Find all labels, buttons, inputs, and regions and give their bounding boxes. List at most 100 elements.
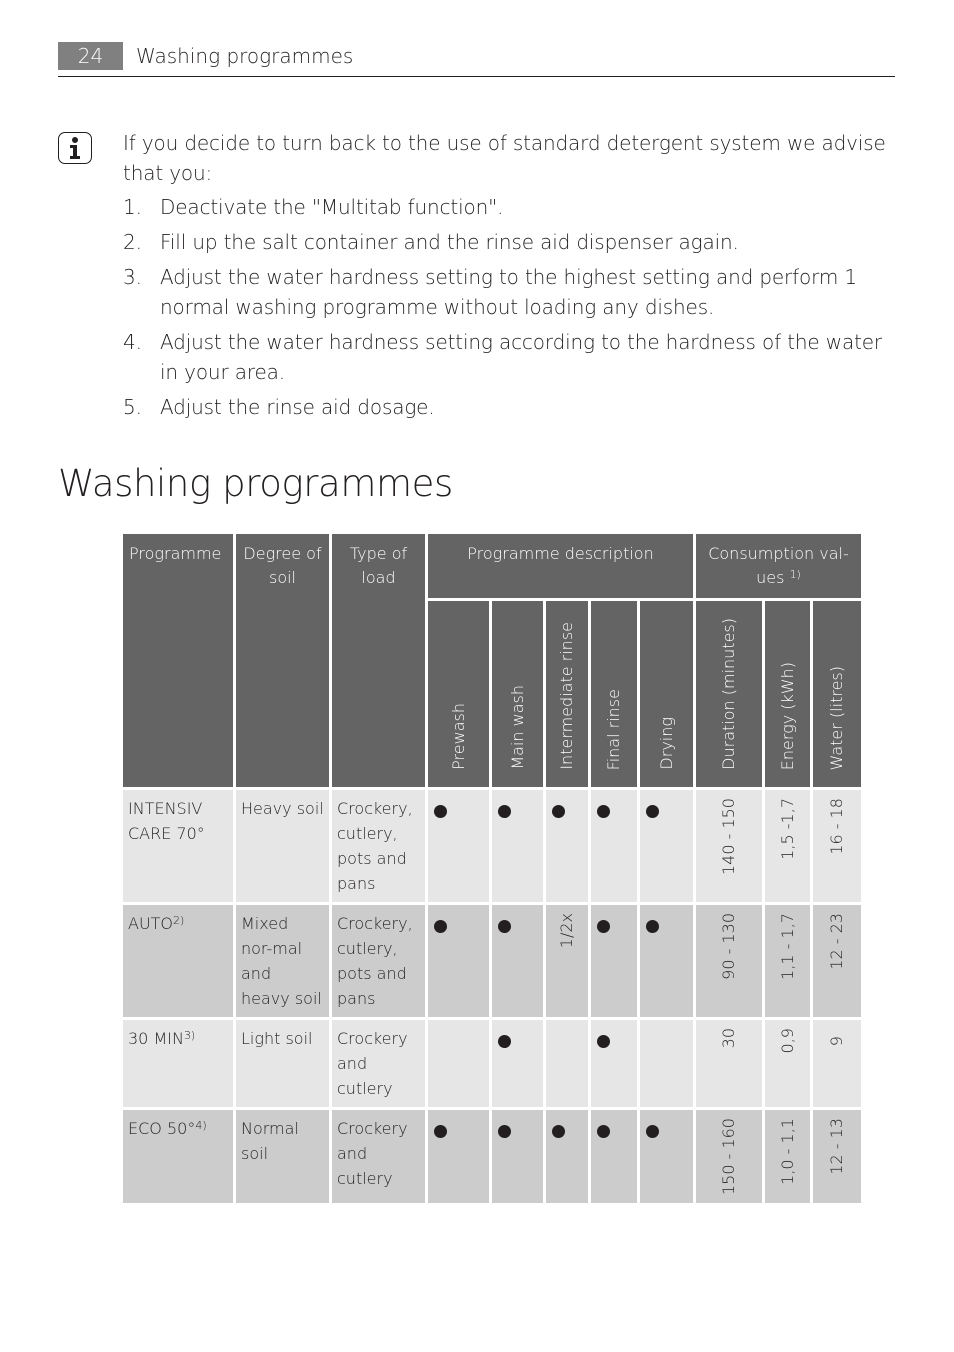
- col-header-type-of-load: Type of load: [332, 534, 425, 787]
- step-text: Adjust the rinse aid dosage.: [160, 395, 435, 419]
- drying-cell: [640, 1110, 693, 1203]
- water-cell: 12 - 13: [813, 1110, 861, 1203]
- programme-cell: AUTO2): [123, 905, 233, 1017]
- table-row: ECO 50°4) Normal soil Crockery and cutlery…: [123, 1110, 861, 1203]
- energy-value: 0,9: [777, 1028, 797, 1054]
- programme-name: 30 MIN: [128, 1029, 184, 1048]
- energy-value: 1,5 -1,7: [777, 798, 797, 860]
- col-header-consumption-values: Consumption val-ues 1): [696, 534, 861, 598]
- col-header-final-rinse: Final rinse: [591, 601, 637, 787]
- programme-name: INTENSIV CARE 70°: [128, 799, 205, 843]
- prewash-cell: [428, 1020, 489, 1107]
- water-cell: 12 - 23: [813, 905, 861, 1017]
- energy-value: 1,1 - 1,7: [777, 913, 797, 980]
- bullet-dot-icon: [646, 920, 659, 933]
- step-item: 3. Adjust the water hardness setting to t…: [123, 262, 898, 322]
- drying-cell: [640, 1020, 693, 1107]
- bullet-dot-icon: [434, 920, 447, 933]
- bullet-dot-icon: [597, 1035, 610, 1048]
- intermediate-rinse-cell: [546, 1110, 588, 1203]
- duration-cell: 150 - 160: [696, 1110, 762, 1203]
- footnote-marker: 1): [789, 568, 801, 581]
- bullet-dot-icon: [597, 805, 610, 818]
- energy-cell: 1,0 - 1,1: [765, 1110, 810, 1203]
- final-rinse-cell: [591, 1020, 637, 1107]
- step-number: 4.: [123, 330, 142, 354]
- load-cell: Crockery, cutlery, pots and pans: [332, 790, 425, 902]
- bullet-dot-icon: [498, 1125, 511, 1138]
- main-wash-cell: [492, 1110, 543, 1203]
- step-number: 5.: [123, 395, 142, 419]
- duration-value: 90 - 130: [719, 913, 738, 980]
- step-item: 5. Adjust the rinse aid dosage.: [123, 392, 898, 422]
- step-number: 2.: [123, 230, 142, 254]
- bullet-dot-icon: [646, 805, 659, 818]
- load-cell: Crockery and cutlery: [332, 1020, 425, 1107]
- energy-cell: 1,5 -1,7: [765, 790, 810, 902]
- consumption-label: Consumption val-ues: [708, 544, 849, 587]
- bullet-dot-icon: [498, 1035, 511, 1048]
- final-rinse-cell: [591, 905, 637, 1017]
- col-header-prewash: Prewash: [428, 601, 489, 787]
- col-header-duration: Duration (minutes): [696, 601, 762, 787]
- final-rinse-cell: [591, 1110, 637, 1203]
- drying-cell: [640, 790, 693, 902]
- main-wash-cell: [492, 790, 543, 902]
- step-item: 1. Deactivate the "Multitab function".: [123, 192, 898, 222]
- page-header: 24 Washing programmes: [58, 42, 895, 77]
- water-cell: 16 - 18: [813, 790, 861, 902]
- duration-value: 150 - 160: [719, 1118, 738, 1196]
- intermediate-rinse-cell: [546, 790, 588, 902]
- step-text: Adjust the water hardness setting to the…: [160, 265, 857, 319]
- programme-name: ECO 50°: [128, 1119, 196, 1138]
- prewash-cell: [428, 1110, 489, 1203]
- drying-cell: [640, 905, 693, 1017]
- col-header-programme: Programme: [123, 534, 233, 787]
- soil-cell: Heavy soil: [236, 790, 329, 902]
- bullet-dot-icon: [434, 805, 447, 818]
- duration-value: 140 - 150: [719, 798, 738, 876]
- load-cell: Crockery and cutlery: [332, 1110, 425, 1203]
- info-note: If you decide to turn back to the use of…: [123, 128, 898, 427]
- energy-value: 1,0 - 1,1: [777, 1118, 797, 1185]
- running-title: Washing programmes: [136, 44, 354, 68]
- energy-cell: 0,9: [765, 1020, 810, 1107]
- step-text: Deactivate the "Multitab function".: [160, 195, 504, 219]
- main-wash-cell: [492, 1020, 543, 1107]
- duration-value: 30: [719, 1028, 738, 1049]
- programme-cell: 30 MIN3): [123, 1020, 233, 1107]
- soil-cell: Normal soil: [236, 1110, 329, 1203]
- col-header-intermediate-rinse: Intermediate rinse: [546, 601, 588, 787]
- step-item: 2. Fill up the salt container and the rin…: [123, 227, 898, 257]
- step-text: Adjust the water hardness setting accord…: [160, 330, 883, 384]
- water-value: 9: [827, 1035, 846, 1046]
- water-value: 16 - 18: [827, 798, 846, 855]
- footnote-marker: 2): [173, 914, 185, 927]
- table-row: 30 MIN3) Light soil Crockery and cutlery 30…: [123, 1020, 861, 1107]
- bullet-dot-icon: [597, 1125, 610, 1138]
- page-number: 24: [58, 42, 123, 70]
- prewash-cell: [428, 905, 489, 1017]
- step-number: 1.: [123, 195, 142, 219]
- step-text: Fill up the salt container and the rinse…: [160, 230, 739, 254]
- water-cell: 9: [813, 1020, 861, 1107]
- load-cell: Crockery, cutlery, pots and pans: [332, 905, 425, 1017]
- step-value: 1/2x: [557, 913, 576, 949]
- step-number: 3.: [123, 265, 142, 289]
- water-value: 12 - 13: [827, 1118, 846, 1175]
- programme-name: AUTO: [128, 914, 174, 933]
- bullet-dot-icon: [646, 1125, 659, 1138]
- table-row: AUTO2) Mixed nor-mal and heavy soil Crocke…: [123, 905, 861, 1017]
- col-header-energy: Energy (kWh): [765, 601, 810, 787]
- step-item: 4. Adjust the water hardness setting acco…: [123, 327, 898, 387]
- soil-cell: Mixed nor-mal and heavy soil: [236, 905, 329, 1017]
- bullet-dot-icon: [552, 1125, 565, 1138]
- col-header-drying: Drying: [640, 601, 693, 787]
- col-header-main-wash: Main wash: [492, 601, 543, 787]
- table-row: INTENSIV CARE 70° Heavy soil Crockery, cut…: [123, 790, 861, 902]
- col-header-water: Water (litres): [813, 601, 861, 787]
- bullet-dot-icon: [434, 1125, 447, 1138]
- bullet-dot-icon: [498, 920, 511, 933]
- col-header-degree-of-soil: Degree of soil: [236, 534, 329, 787]
- programme-cell: INTENSIV CARE 70°: [123, 790, 233, 902]
